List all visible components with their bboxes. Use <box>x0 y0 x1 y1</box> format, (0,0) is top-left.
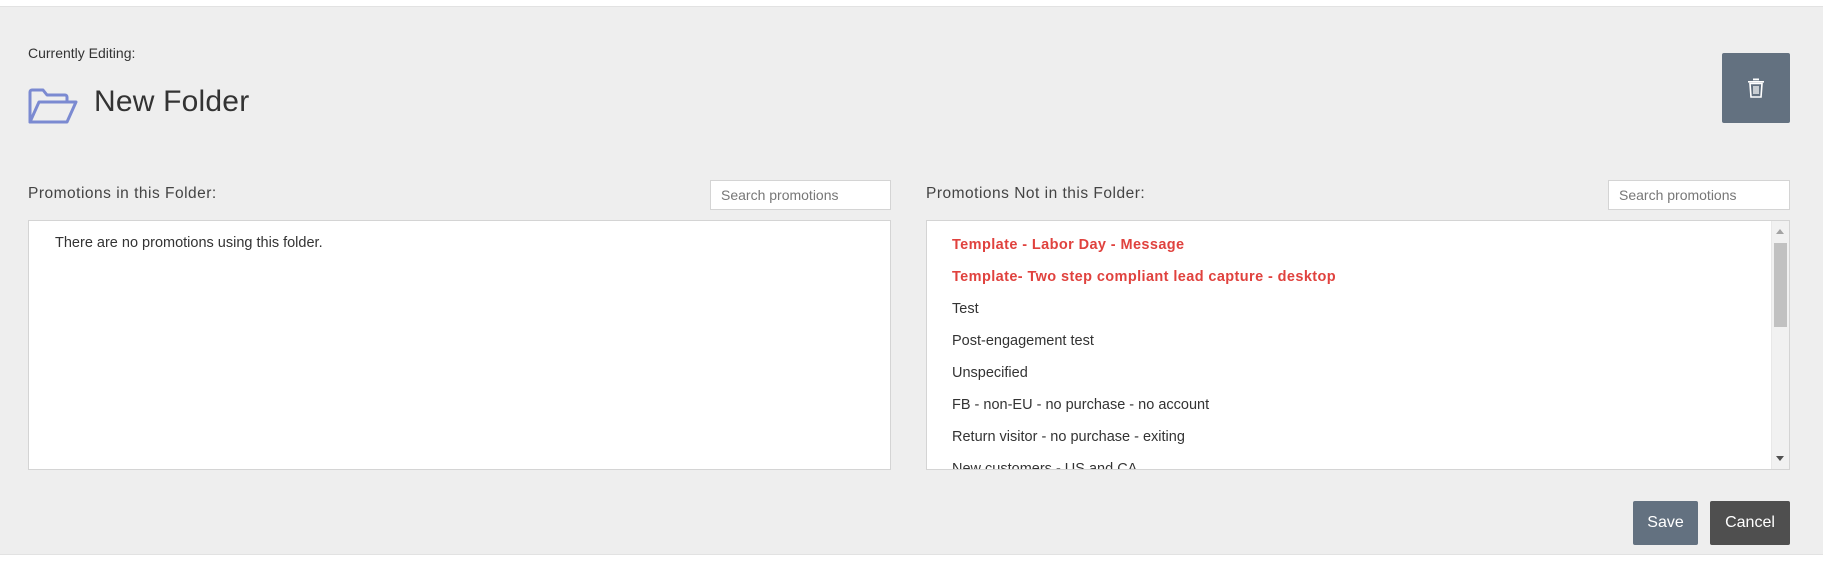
delete-folder-button[interactable] <box>1722 53 1790 123</box>
promotion-item[interactable]: Return visitor - no purchase - exiting <box>952 421 1336 453</box>
in-folder-label: Promotions in this Folder: <box>28 185 217 202</box>
currently-editing-label: Currently Editing: <box>28 45 136 61</box>
promotion-item[interactable]: Template - Labor Day - Message <box>952 229 1336 261</box>
promotion-item[interactable]: Post-engagement test <box>952 325 1336 357</box>
promotion-list: Template - Labor Day - Message Template- … <box>952 229 1336 469</box>
promotion-item[interactable]: Test <box>952 293 1336 325</box>
not-in-folder-list: Template - Labor Day - Message Template- … <box>926 220 1790 470</box>
not-in-folder-search-input[interactable] <box>1608 180 1790 210</box>
list-scrollbar[interactable] <box>1771 221 1789 469</box>
cancel-button[interactable]: Cancel <box>1710 501 1790 545</box>
promotion-item[interactable]: New customers - US and CA <box>952 453 1336 469</box>
not-in-folder-label: Promotions Not in this Folder: <box>926 185 1146 202</box>
in-folder-list: There are no promotions using this folde… <box>28 220 891 470</box>
promotion-item[interactable]: FB - non-EU - no purchase - no account <box>952 389 1336 421</box>
scroll-down-icon[interactable] <box>1776 456 1784 461</box>
save-button[interactable]: Save <box>1633 501 1698 545</box>
in-folder-search-input[interactable] <box>710 180 891 210</box>
scroll-thumb[interactable] <box>1774 243 1787 327</box>
trash-icon <box>1748 78 1764 98</box>
folder-title: New Folder <box>94 85 250 118</box>
folder-editor-panel: Currently Editing: New Folder Promotions… <box>0 6 1823 555</box>
promotion-item[interactable]: Template- Two step compliant lead captur… <box>952 261 1336 293</box>
empty-message: There are no promotions using this folde… <box>55 235 323 251</box>
scroll-up-icon[interactable] <box>1776 229 1784 234</box>
promotion-item[interactable]: Unspecified <box>952 357 1336 389</box>
folder-open-icon <box>28 88 78 124</box>
